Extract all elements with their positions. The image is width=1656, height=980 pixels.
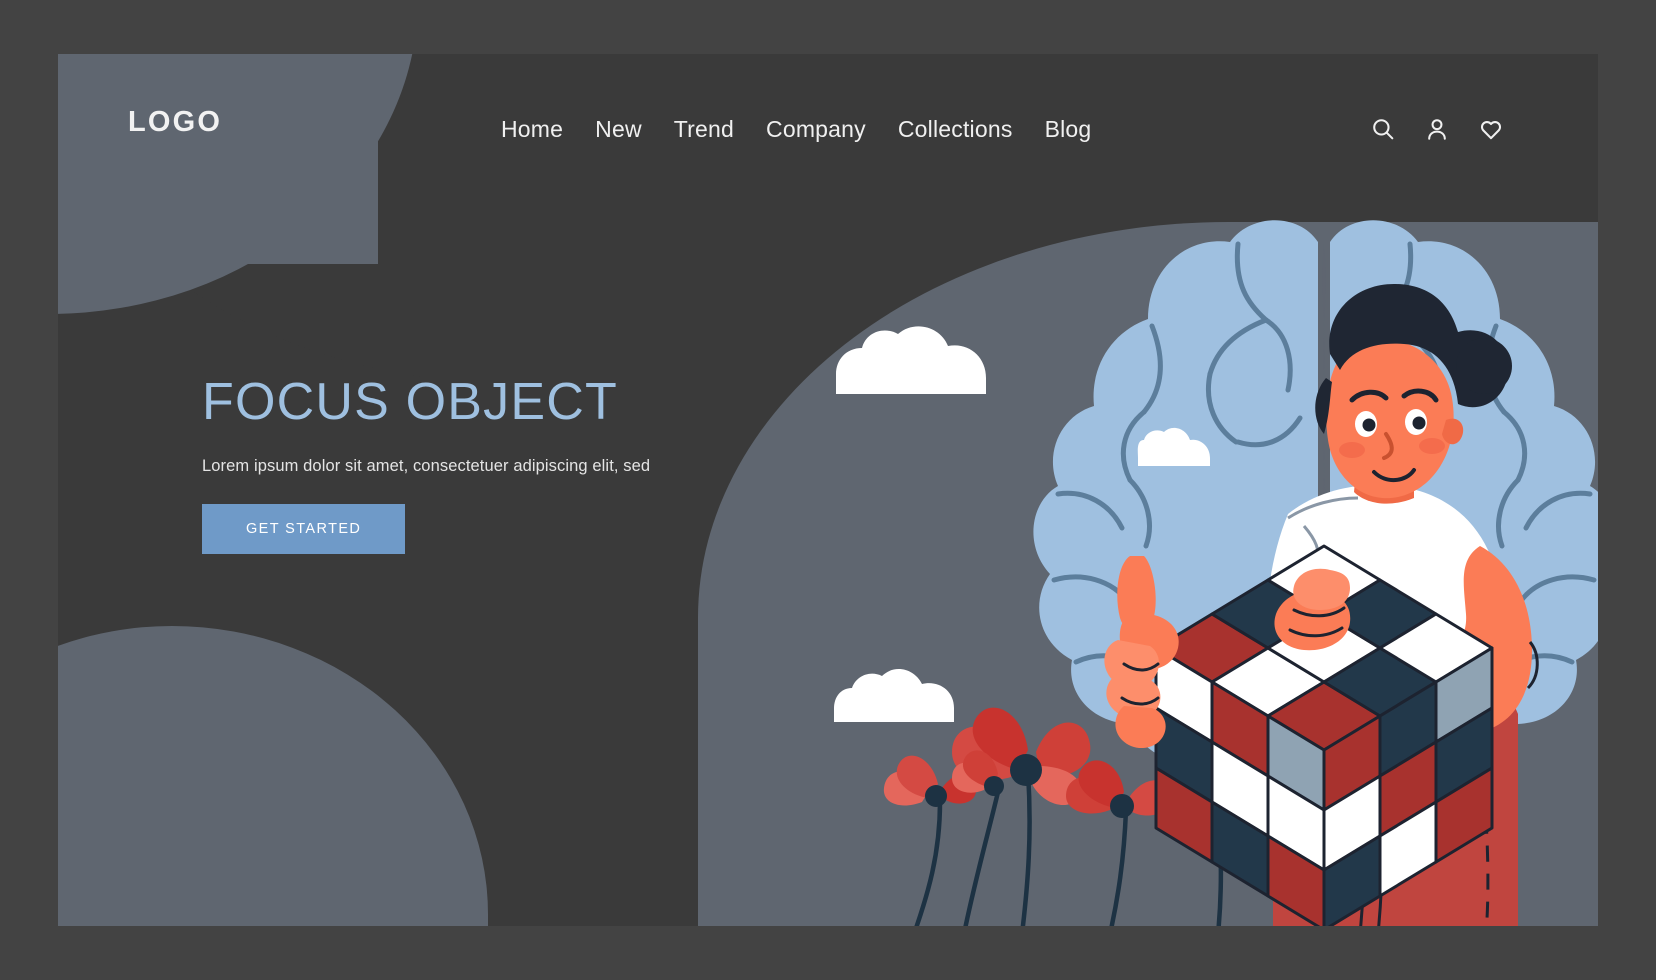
nav-item-trend[interactable]: Trend (674, 116, 734, 143)
main-navigation: Home New Trend Company Collections Blog (501, 116, 1091, 143)
nav-item-new[interactable]: New (595, 116, 642, 143)
nav-item-collections[interactable]: Collections (898, 116, 1013, 143)
search-icon[interactable] (1370, 116, 1396, 142)
user-icon[interactable] (1424, 116, 1450, 142)
hero-canvas: LOGO Home New Trend Company Collections … (58, 54, 1598, 926)
header-icon-group (1370, 116, 1504, 142)
nav-item-company[interactable]: Company (766, 116, 866, 143)
site-logo[interactable]: LOGO (128, 106, 222, 139)
get-started-button[interactable]: GET STARTED (202, 504, 406, 555)
page-title: FOCUS OBJECT (202, 373, 618, 431)
favorites-icon[interactable] (1478, 116, 1504, 142)
nav-item-home[interactable]: Home (501, 116, 563, 143)
hero-illustration (818, 94, 1598, 926)
hero-subtitle: Lorem ipsum dolor sit amet, consectetuer… (202, 457, 651, 476)
decorative-blob-bottom-left (58, 626, 488, 926)
hero-section: FOCUS OBJECT Lorem ipsum dolor sit amet,… (202, 373, 722, 555)
nav-item-blog[interactable]: Blog (1045, 116, 1092, 143)
page-root: LOGO Home New Trend Company Collections … (0, 0, 1656, 980)
site-header: LOGO Home New Trend Company Collections … (58, 54, 1598, 184)
